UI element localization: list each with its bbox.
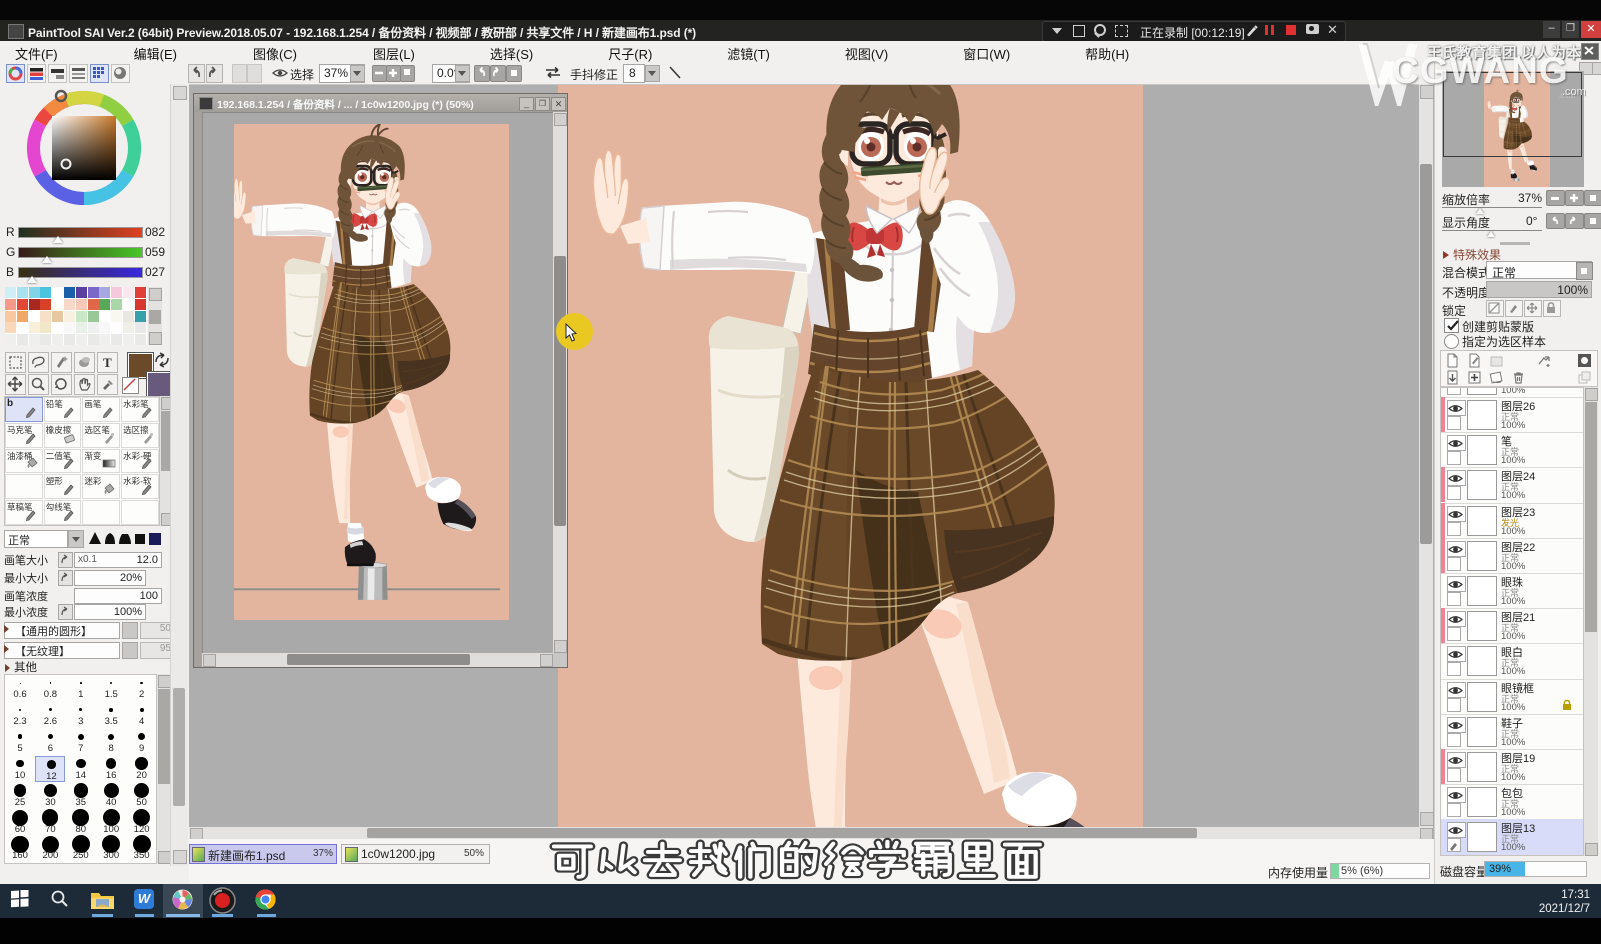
- svg-text:T: T: [103, 355, 112, 370]
